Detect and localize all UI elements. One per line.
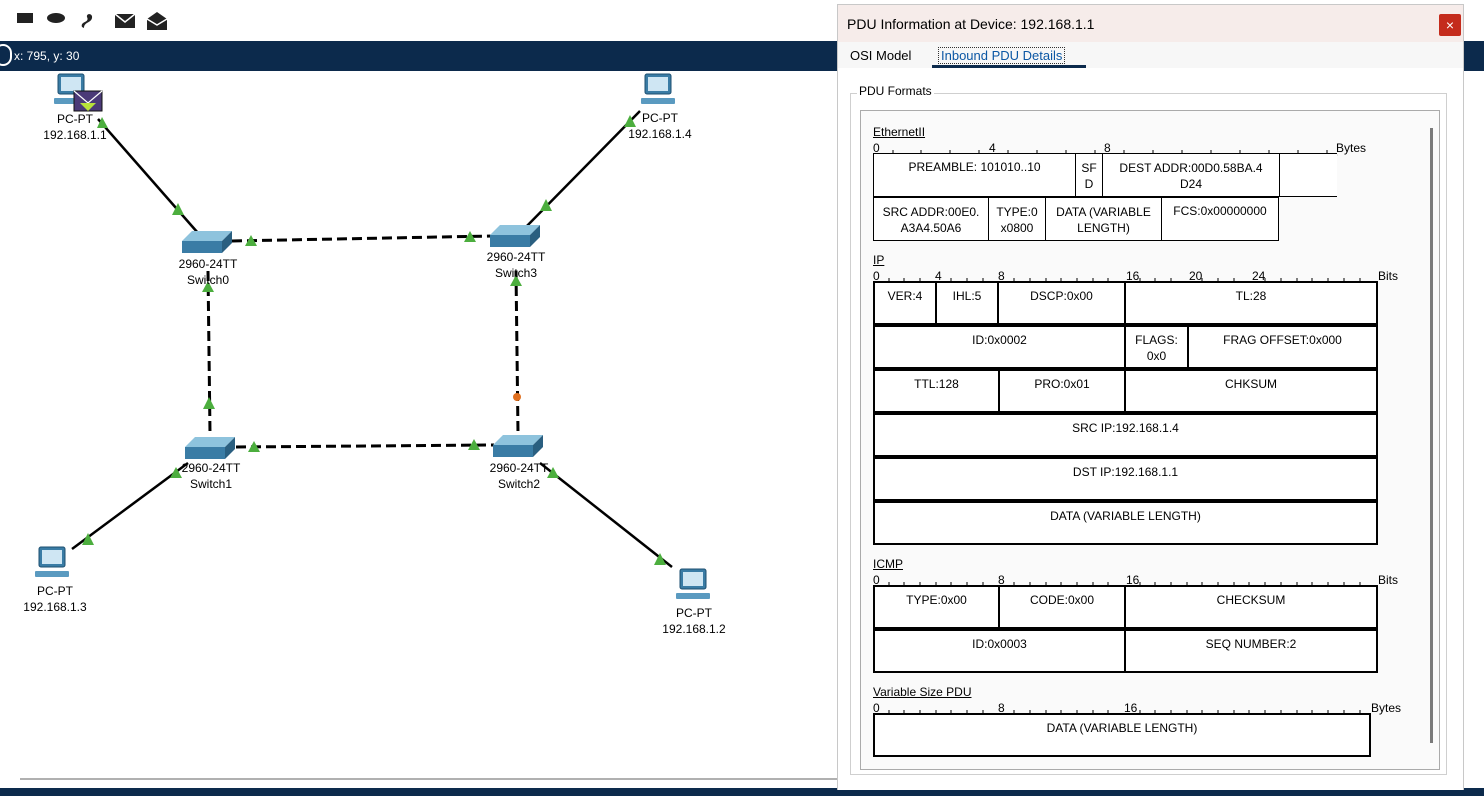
icmp-title: ICMP [873,557,903,571]
field-type: TYPE:0 x0800 [988,197,1046,241]
freeform-icon[interactable] [78,11,96,31]
field-ver: VER:4 [873,281,937,325]
field-checksum: CHKSUM [1124,369,1378,413]
field-frag-offset: FRAG OFFSET:0x000 [1187,325,1378,369]
ethernet-title: EthernetII [873,125,926,139]
link-switch1-switch2[interactable] [235,443,495,449]
switch-label: 2960-24TT Switch0 [178,257,238,287]
group-title: PDU Formats [857,84,934,98]
toolbar [0,0,840,40]
link-blocking-light [513,393,521,401]
info-icon[interactable] [0,44,12,66]
link-switch3-switch2[interactable] [514,270,520,434]
field-src-addr: SRC ADDR:00E0. A3A4.50A6 [873,197,989,241]
envelope-icon[interactable] [73,90,103,112]
switch-icon[interactable] [490,225,540,247]
field-dscp: DSCP:0x00 [997,281,1126,325]
field-dest-addr: DEST ADDR:00D0.58BA.4 D24 [1102,153,1280,197]
ruler-unit: Bytes [1371,701,1402,715]
window-titlebar[interactable]: PDU Information at Device: 192.168.1.1 × [838,5,1463,42]
field-icmp-code: CODE:0x00 [998,585,1126,629]
field-icmp-type: TYPE:0x00 [873,585,1000,629]
pc-label: PC-PT 192.168.1.3 [23,584,87,614]
field-dest-addr-cont [1279,153,1337,197]
switch-label: 2960-24TT Switch2 [489,461,549,491]
tab-inbound-pdu-details[interactable]: Inbound PDU Details [938,47,1066,64]
tab-content: PDU Formats EthernetII 0 4 8 Bytes PREAM… [838,68,1463,790]
ellipse-icon[interactable] [46,11,66,25]
field-ttl: TTL:128 [873,369,1000,413]
field-icmp-id: ID:0x0003 [873,629,1126,673]
field-seq-number: SEQ NUMBER:2 [1124,629,1378,673]
field-ihl: IHL:5 [935,281,999,325]
rectangle-icon[interactable] [16,11,34,25]
switch-icon[interactable] [182,231,232,253]
close-button[interactable]: × [1439,14,1461,36]
ruler-unit: Bits [1378,269,1399,283]
ruler-unit: Bytes [1336,141,1367,155]
field-icmp-checksum: CHECKSUM [1124,585,1378,629]
ip-title: IP [873,253,885,267]
variable-pdu-title: Variable Size PDU [873,685,972,699]
field-src-ip: SRC IP:192.168.1.4 [873,413,1378,457]
pc-label: PC-PT 192.168.1.1 [43,112,107,142]
switch-label: 2960-24TT Switch1 [181,461,241,491]
pc-icon[interactable] [676,568,710,599]
switch-icon[interactable] [185,437,235,459]
field-preamble: PREAMBLE: 101010..10 [873,153,1076,197]
window-title: PDU Information at Device: 192.168.1.1 [847,16,1095,32]
horizontal-scrollbar[interactable] [20,778,840,780]
field-ip-data: DATA (VARIABLE LENGTH) [873,501,1378,545]
pdu-information-window[interactable]: PDU Information at Device: 192.168.1.1 ×… [837,4,1464,790]
coordinates-readout: x: 795, y: 30 [14,49,80,63]
pc-label: PC-PT 192.168.1.2 [662,606,726,636]
switch-icon[interactable] [493,435,543,457]
vertical-scrollbar[interactable] [1430,128,1433,743]
pc-icon[interactable] [641,73,675,104]
field-tl: TL:28 [1124,281,1378,325]
field-variable-data: DATA (VARIABLE LENGTH) [873,713,1371,757]
ruler-unit: Bits [1378,573,1399,587]
logical-workspace[interactable]: PC-PT 192.168.1.1 PC-PT 192.168.1.4 PC-PT 1… [0,71,840,771]
link-status-lights [82,115,666,565]
field-protocol: PRO:0x01 [998,369,1126,413]
link-up-light [203,397,215,409]
tab-osi-model[interactable]: OSI Model [850,48,911,63]
topology-canvas[interactable] [0,71,840,771]
switch-label: 2960-24TT Switch3 [486,250,546,280]
field-id: ID:0x0002 [873,325,1126,369]
field-dst-ip: DST IP:192.168.1.1 [873,457,1378,501]
field-data: DATA (VARIABLE LENGTH) [1045,197,1162,241]
simple-pdu-icon[interactable] [114,11,136,31]
complex-pdu-icon[interactable] [146,11,168,31]
field-fcs: FCS:0x00000000 [1161,197,1279,241]
link-switch0-switch3[interactable] [231,234,493,243]
field-flags: FLAGS: 0x0 [1124,325,1189,369]
pc-icon[interactable] [35,546,69,577]
pc-label: PC-PT 192.168.1.4 [628,111,692,141]
field-sfd: SF D [1075,153,1103,197]
